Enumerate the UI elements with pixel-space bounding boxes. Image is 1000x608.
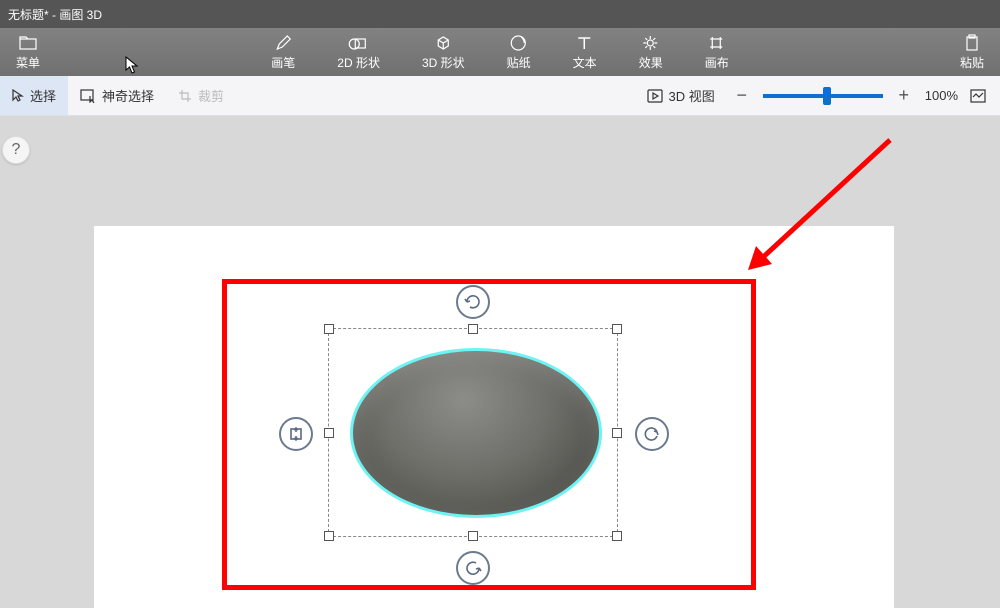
zoom-out-button[interactable]: − bbox=[733, 87, 751, 105]
fullscreen-icon[interactable] bbox=[970, 89, 986, 103]
menu-button[interactable]: 菜单 bbox=[6, 30, 50, 75]
magic-icon bbox=[80, 89, 96, 103]
brush-icon bbox=[274, 34, 292, 52]
handle-nw[interactable] bbox=[324, 324, 334, 334]
zoom-slider[interactable] bbox=[763, 94, 883, 98]
sticker-icon bbox=[510, 34, 528, 52]
handle-e[interactable] bbox=[612, 428, 622, 438]
canvas-icon bbox=[708, 34, 726, 52]
rotate-bottom-button[interactable] bbox=[456, 551, 490, 585]
cursor-icon bbox=[12, 89, 24, 103]
handle-sw[interactable] bbox=[324, 531, 334, 541]
3d-shapes-button[interactable]: 3D 形状 bbox=[412, 30, 475, 75]
effects-button[interactable]: 效果 bbox=[629, 30, 673, 75]
3d-ellipse-object[interactable] bbox=[350, 348, 602, 518]
handle-se[interactable] bbox=[612, 531, 622, 541]
2d-shape-icon bbox=[349, 34, 369, 52]
text-icon bbox=[577, 34, 593, 52]
workspace: ? bbox=[0, 116, 1000, 608]
title-text: 无标题* - 画图 3D bbox=[8, 6, 102, 23]
menu-label: 菜单 bbox=[16, 54, 40, 71]
handle-n[interactable] bbox=[468, 324, 478, 334]
z-depth-button[interactable] bbox=[279, 417, 313, 451]
brushes-button[interactable]: 画笔 bbox=[261, 30, 305, 75]
crop-icon bbox=[178, 89, 192, 103]
title-bar: 无标题* - 画图 3D bbox=[0, 0, 1000, 28]
zoom-percent: 100% bbox=[925, 88, 958, 103]
magic-select-tool[interactable]: 神奇选择 bbox=[68, 76, 166, 115]
select-tool[interactable]: 选择 bbox=[0, 76, 68, 115]
handle-s[interactable] bbox=[468, 531, 478, 541]
text-button[interactable]: 文本 bbox=[563, 30, 607, 75]
help-button[interactable]: ? bbox=[2, 136, 30, 164]
paste-button[interactable]: 粘贴 bbox=[950, 30, 994, 75]
handle-ne[interactable] bbox=[612, 324, 622, 334]
menu-bar: 菜单 画笔 2D 形状 3D 形状 贴纸 bbox=[0, 28, 1000, 76]
rotate-top-button[interactable] bbox=[456, 285, 490, 319]
3d-view-button[interactable]: 3D 视图 bbox=[641, 86, 721, 105]
handle-w[interactable] bbox=[324, 428, 334, 438]
paste-icon bbox=[964, 34, 980, 52]
2d-shapes-button[interactable]: 2D 形状 bbox=[327, 30, 390, 75]
menu-center: 画笔 2D 形状 3D 形状 贴纸 文本 bbox=[261, 30, 738, 75]
folder-icon bbox=[19, 34, 37, 52]
zoom-in-button[interactable]: + bbox=[895, 87, 913, 105]
play-3d-icon bbox=[647, 89, 663, 103]
effects-icon bbox=[642, 34, 660, 52]
stickers-button[interactable]: 贴纸 bbox=[497, 30, 541, 75]
crop-tool[interactable]: 裁剪 bbox=[166, 76, 236, 115]
zoom-thumb[interactable] bbox=[823, 87, 831, 105]
rotate-right-button[interactable] bbox=[635, 417, 669, 451]
tool-right: 3D 视图 − + 100% bbox=[641, 86, 1000, 105]
3d-shape-icon bbox=[434, 34, 452, 52]
tool-bar: 选择 神奇选择 裁剪 3D 视图 − + 100% bbox=[0, 76, 1000, 116]
canvas-button[interactable]: 画布 bbox=[695, 30, 739, 75]
